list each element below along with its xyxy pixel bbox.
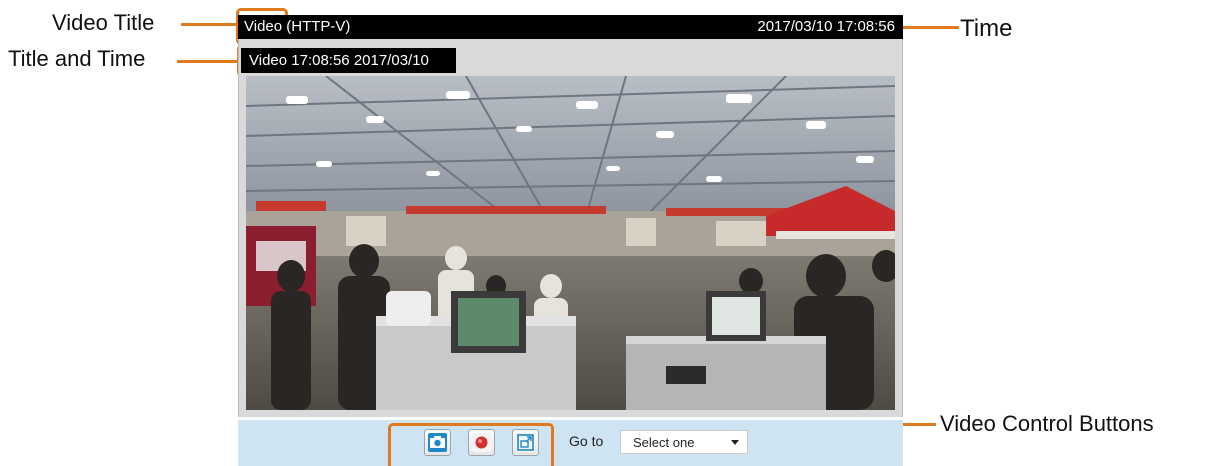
title-time-overlay-text: Video 17:08:56 2017/03/10 [249,52,429,69]
time-display: 2017/03/10 17:08:56 [757,18,895,35]
chevron-down-icon [731,440,739,445]
callout-time: Time [960,15,1013,42]
stream-type: (HTTP-V) [282,18,351,35]
callout-video-title: Video Title [52,10,155,35]
live-video-stream[interactable] [246,76,895,410]
goto-select[interactable]: Select one [620,430,748,454]
annotated-screenshot: Video Title Title and Time Time Video Co… [0,0,1210,466]
callout-leader [181,23,238,26]
callout-leader [177,60,237,63]
video-title: Video (HTTP-V) [244,18,350,35]
callout-title-and-time: Title and Time [8,46,146,71]
callout-leader [903,26,959,29]
video-title-bar: Video (HTTP-V) 2017/03/10 17:08:56 [238,15,903,39]
goto-label: Go to [569,433,604,449]
store-scene-image [246,76,895,410]
goto-select-value: Select one [633,435,695,450]
callout-video-control-buttons: Video Control Buttons [940,411,1154,436]
video-title-text: Video [244,18,283,35]
controls-highlight [388,423,554,466]
title-time-overlay: Video 17:08:56 2017/03/10 [241,48,456,73]
